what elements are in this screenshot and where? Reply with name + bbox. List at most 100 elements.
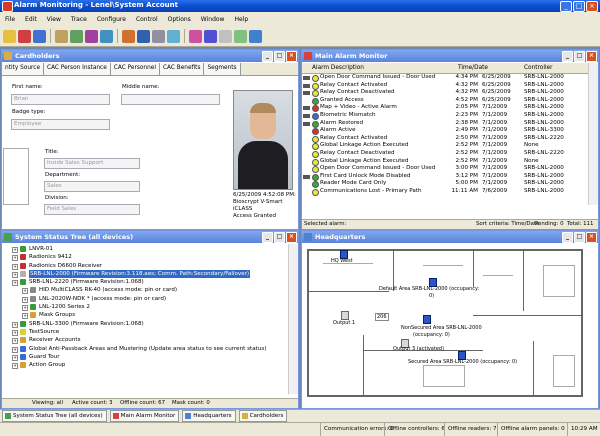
col-alarm-description[interactable]: Alarm Description — [312, 63, 364, 73]
pane-maximize-button[interactable]: □ — [574, 51, 585, 62]
tree-node[interactable]: + TestSource — [2, 328, 286, 336]
menu-control[interactable]: Control — [131, 16, 163, 23]
alarm-row[interactable]: Biometric Mismatch 2:23 PM 7/1/2009 SRB-LNL… — [302, 112, 588, 120]
tree-node[interactable]: + Radionics 9412 — [2, 253, 286, 262]
menu-trace[interactable]: Trace — [66, 16, 92, 23]
taskbar-alarm-monitor[interactable]: Main Alarm Monitor — [109, 410, 180, 422]
network-icon[interactable] — [167, 29, 180, 43]
pane-minimize-button[interactable]: _ — [262, 51, 273, 62]
output1-icon[interactable] — [341, 311, 349, 320]
menu-help[interactable]: Help — [229, 16, 253, 23]
tools-icon[interactable] — [152, 29, 165, 43]
window-title-bar[interactable]: Alarm Monitoring - Lenel\System Account … — [0, 0, 600, 12]
col-controller[interactable]: Controller — [524, 63, 553, 73]
tree-node[interactable]: + Receiver Accounts — [2, 336, 286, 345]
alarm-row[interactable]: Alarm Restored 2:38 PM 7/1/2009 SRB-LNL-200… — [302, 120, 588, 128]
tab-cac-personnel[interactable]: CAC Personnel — [110, 63, 160, 75]
menu-window[interactable]: Window — [196, 16, 230, 23]
acknowledge-icon[interactable] — [18, 29, 31, 43]
floor-plan-map[interactable]: HQ West Default Area SRB-LNL-2000 (occup… — [303, 245, 589, 401]
tree-node[interactable]: + HID MultiCLASS RK-40 (access mode: pin … — [2, 286, 286, 295]
tab-cac-person-instance[interactable]: CAC Person Instance — [44, 63, 111, 75]
user-icon[interactable] — [204, 29, 217, 43]
alarm-scrollbar[interactable] — [588, 63, 598, 205]
tree-node[interactable]: + LNL-1200 Series 2 — [2, 303, 286, 312]
pane-close-button[interactable]: × — [286, 51, 297, 62]
expand-icon[interactable]: + — [12, 247, 18, 253]
tree-node[interactable]: + SRB-LNL-3300 (Firmware Revision:1.068) — [2, 320, 286, 328]
menu-configure[interactable]: Configure — [92, 16, 131, 23]
middle-name-field[interactable] — [121, 94, 220, 105]
alarm-row[interactable]: Relay Contact Deactivated 4:32 PM 6/25/200… — [302, 89, 588, 98]
pane-minimize-button[interactable]: _ — [262, 232, 273, 243]
expand-icon[interactable]: + — [12, 280, 18, 287]
alarm-monitor-title-bar[interactable]: Main Alarm Monitor _ □ × — [302, 50, 598, 62]
alarm-row[interactable]: First Card Unlock Mode Disabled 3:12 PM 7/… — [302, 173, 588, 181]
headquarters-title-bar[interactable]: Headquarters _ □ × — [302, 231, 598, 243]
tab-identity-source[interactable]: ntity Source — [2, 63, 45, 75]
pane-close-button[interactable]: × — [286, 232, 297, 243]
cardholders-title-bar[interactable]: Cardholders _ □ × — [2, 50, 298, 62]
tree-node[interactable]: + Mask Groups — [2, 311, 286, 320]
tree-node[interactable]: + SRB-LNL-2000 (Firmware Revision:3.118.a… — [2, 269, 286, 279]
alarm-row[interactable]: Map + Video - Active Alarm 2:05 PM 7/1/200… — [302, 104, 588, 113]
alarm-row[interactable]: Granted Access 4:52 PM 6/25/2009 SRB-LNL-20… — [302, 97, 588, 105]
expand-icon[interactable]: + — [12, 263, 18, 270]
expand-icon[interactable]: + — [22, 288, 28, 295]
alarm-row[interactable]: Relay Contact Activated 2:50 PM 7/1/2009 SR… — [302, 135, 588, 143]
pane-maximize-button[interactable]: □ — [574, 232, 585, 243]
menu-view[interactable]: View — [42, 16, 66, 23]
key-icon[interactable] — [189, 29, 202, 43]
map-icon[interactable] — [100, 29, 113, 43]
maximize-button[interactable]: □ — [573, 1, 585, 12]
pane-close-button[interactable]: × — [586, 51, 597, 62]
col-time-date[interactable]: Time/Date — [458, 63, 488, 73]
taskbar-cardholders[interactable]: Cardholders — [238, 410, 288, 422]
expand-icon[interactable]: + — [12, 354, 18, 361]
tree-node[interactable]: + Radionics D6600 Receiver — [2, 262, 286, 270]
tab-segments[interactable]: Segments — [204, 63, 241, 75]
title-field[interactable]: Inside Sales Support — [44, 158, 140, 169]
video-icon[interactable] — [137, 29, 150, 43]
alarm-row[interactable]: Relay Contact Activated 4:32 PM 6/25/2009 S… — [302, 82, 588, 90]
pane-maximize-button[interactable]: □ — [274, 232, 285, 243]
expand-icon[interactable]: + — [22, 305, 28, 312]
expand-icon[interactable]: + — [12, 271, 18, 278]
tree-node[interactable]: + Global Anti-Passback Areas and Musterin… — [2, 345, 286, 353]
tree-node[interactable]: + Action Group — [2, 361, 286, 370]
tree-scrollbar[interactable] — [288, 244, 298, 394]
expand-icon[interactable]: + — [22, 296, 28, 303]
print-icon[interactable] — [219, 29, 232, 43]
help-icon[interactable] — [249, 29, 262, 43]
alarm-row[interactable]: Alarm Active 2:49 PM 7/1/2009 SRB-LNL-3300 — [302, 127, 588, 136]
alarm-row[interactable]: Relay Contact Deactivated 2:52 PM 7/1/2009… — [302, 150, 588, 158]
badge-icon[interactable] — [55, 29, 68, 43]
pane-close-button[interactable]: × — [586, 232, 597, 243]
department-field[interactable]: Sales — [44, 181, 140, 192]
monitor-icon[interactable] — [85, 29, 98, 43]
expand-icon[interactable]: + — [12, 346, 18, 353]
taskbar-status-tree[interactable]: System Status Tree (all devices) — [2, 410, 107, 422]
open-icon[interactable] — [3, 29, 16, 43]
pane-minimize-button[interactable]: _ — [562, 232, 573, 243]
tree-node[interactable]: + LNL-2020W-NDK * (access mode: pin or ca… — [2, 295, 286, 303]
minimize-button[interactable]: _ — [560, 1, 572, 12]
division-field[interactable]: Field Sales — [44, 204, 140, 215]
alarm-row[interactable]: Open Door Command Issued - Door Used 3:00… — [302, 165, 588, 174]
expand-icon[interactable]: + — [12, 363, 18, 370]
close-button[interactable]: × — [586, 1, 598, 12]
tree-node[interactable]: + LNVR-01 — [2, 245, 286, 253]
menu-options[interactable]: Options — [163, 16, 196, 23]
pane-minimize-button[interactable]: _ — [562, 51, 573, 62]
expand-icon[interactable]: + — [12, 329, 18, 336]
nonsecured-area-icon[interactable] — [423, 315, 431, 324]
tab-cac-benefits[interactable]: CAC Benefits — [159, 63, 205, 75]
alarm-row[interactable]: Reader Mode Card Only 5:00 PM 7/1/2009 SRB-… — [302, 180, 588, 189]
taskbar-headquarters[interactable]: Headquarters — [182, 410, 236, 422]
expand-icon[interactable]: + — [12, 255, 18, 262]
alarm-row[interactable]: Global Linkage Action Executed 2:52 PM 7/1… — [302, 142, 588, 151]
status-tree-title-bar[interactable]: System Status Tree (all devices) _ □ × — [2, 231, 298, 243]
first-name-field[interactable]: Brian — [11, 94, 110, 105]
alarm-row[interactable]: Global Linkage Action Executed 2:52 PM 7/1… — [302, 158, 588, 166]
menu-edit[interactable]: Edit — [20, 16, 42, 23]
